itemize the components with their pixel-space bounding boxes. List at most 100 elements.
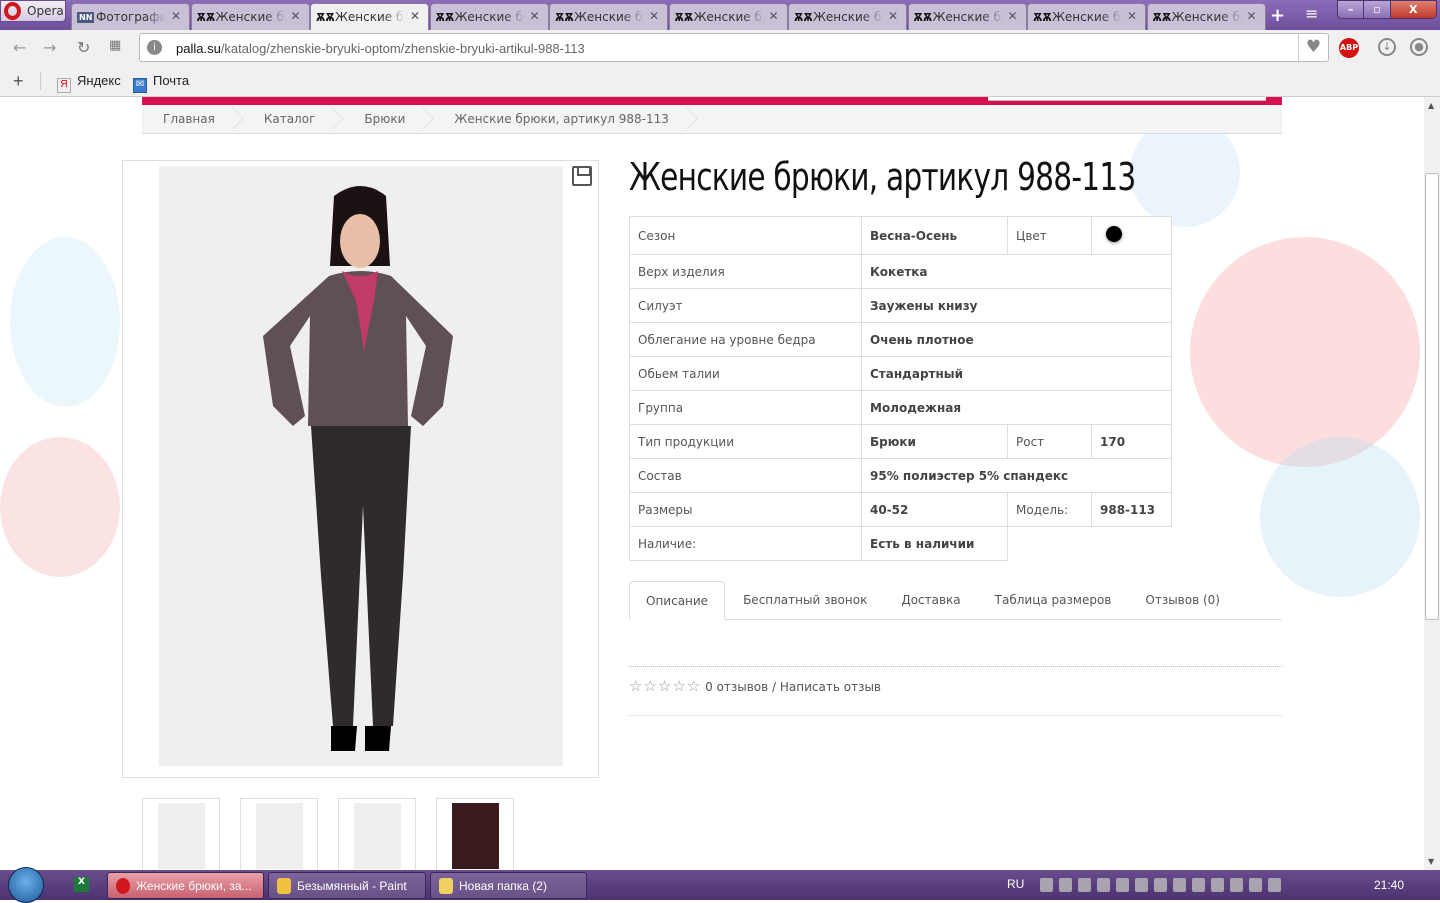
start-button[interactable] xyxy=(8,867,44,903)
taskbar-item-paint[interactable]: Безымянный - Paint xyxy=(268,872,426,899)
new-tab-button[interactable]: + xyxy=(1270,5,1285,26)
close-tab-icon[interactable]: ✕ xyxy=(529,9,539,23)
browser-tab[interactable]: NNФотографии ✕ xyxy=(71,3,190,30)
tray-icon[interactable] xyxy=(1230,878,1243,892)
taskbar-item-folder[interactable]: Новая папка (2) xyxy=(430,872,587,899)
breadcrumb-trousers[interactable]: Брюки xyxy=(343,105,433,134)
close-tab-icon[interactable]: ✕ xyxy=(290,9,300,23)
product-thumbnail[interactable] xyxy=(338,798,416,870)
scroll-down-icon[interactable]: ▼ xyxy=(1428,857,1434,866)
product-image-frame[interactable] xyxy=(122,160,599,778)
browser-tab[interactable]: ѪѪЖенские брюки ✕ xyxy=(310,3,429,30)
network-icon[interactable] xyxy=(1268,878,1281,892)
breadcrumb-current[interactable]: Женские брюки, артикул 988-113 xyxy=(433,105,697,134)
close-tab-icon[interactable]: ✕ xyxy=(649,9,659,23)
reload-icon[interactable]: ↻ xyxy=(77,38,90,57)
site-info-icon[interactable]: i xyxy=(147,40,162,55)
star-empty-icon: ☆ xyxy=(686,677,701,695)
table-row: Силуэт Заужены книзу xyxy=(629,288,1172,323)
tab-menu-icon[interactable]: ≡ xyxy=(1305,4,1318,23)
page-scrollbar[interactable]: ▲ ▼ xyxy=(1424,97,1440,870)
search-input[interactable] xyxy=(988,97,1266,101)
opera-menu-button[interactable]: Opera xyxy=(0,0,66,22)
close-tab-icon[interactable]: ✕ xyxy=(888,9,898,23)
folder-icon xyxy=(439,878,453,894)
clock[interactable]: 21:40 xyxy=(1374,878,1404,892)
tab-description[interactable]: Описание xyxy=(629,581,726,620)
close-tab-icon[interactable]: ✕ xyxy=(1127,9,1137,23)
volume-icon[interactable] xyxy=(1192,878,1205,892)
scroll-up-icon[interactable]: ▲ xyxy=(1428,101,1434,110)
browser-tab[interactable]: ѪѪЖенские брюки ✕ xyxy=(907,3,1027,30)
color-swatch[interactable] xyxy=(1106,226,1122,242)
url-text[interactable]: palla.su/katalog/zhenskie-bryuki-optom/z… xyxy=(176,41,585,56)
bookmark-heart-icon[interactable]: ♥ xyxy=(1298,34,1328,61)
maximize-button[interactable]: ▫ xyxy=(1364,1,1391,18)
tab-label: Женские брюки xyxy=(335,10,405,24)
tray-icon[interactable] xyxy=(1116,878,1129,892)
table-row: Группа Молодежная xyxy=(629,390,1172,425)
tray-icon[interactable] xyxy=(1249,878,1262,892)
breadcrumb-home[interactable]: Главная xyxy=(142,105,243,134)
web-page: Главная Каталог Брюки Женские брюки, арт… xyxy=(0,97,1424,870)
star-empty-icon: ☆ xyxy=(643,677,657,695)
save-image-icon[interactable] xyxy=(572,166,592,186)
tray-icon[interactable] xyxy=(1040,878,1053,892)
rating-row: ☆☆☆☆☆ 0 отзывов / Написать отзыв xyxy=(629,677,881,695)
tab-delivery[interactable]: Доставка xyxy=(885,581,976,620)
browser-tab[interactable]: ѪѪЖенские брюки ✕ xyxy=(1146,3,1266,30)
browser-tab[interactable]: ѪѪЖенские брюки ✕ xyxy=(549,3,668,30)
tray-icon[interactable] xyxy=(1154,878,1167,892)
bookmarks-bar: + Я Яндекс ✉ Почта xyxy=(0,65,1440,97)
forward-icon[interactable]: → xyxy=(43,38,56,57)
product-thumbnail[interactable] xyxy=(142,798,220,870)
product-thumbnail[interactable] xyxy=(240,798,318,870)
utorrent-icon[interactable] xyxy=(1173,878,1186,892)
table-row: Верх изделия Кокетка xyxy=(629,254,1172,289)
browser-tab[interactable]: ѪѪЖенские брюки ✕ xyxy=(429,3,549,30)
adblock-icon[interactable]: ABP xyxy=(1339,38,1359,58)
profile-icon[interactable]: ● xyxy=(1410,38,1428,56)
add-bookmark-icon[interactable]: + xyxy=(13,71,24,92)
close-tab-icon[interactable]: ✕ xyxy=(171,9,181,23)
signal-icon[interactable] xyxy=(1135,878,1148,892)
speed-dial-icon[interactable]: ▦ xyxy=(109,38,121,53)
tray-icon[interactable] xyxy=(1078,878,1091,892)
minimize-button[interactable]: – xyxy=(1338,1,1365,18)
browser-tab[interactable]: ѪѪЖенские брюки ✕ xyxy=(1027,3,1146,30)
tray-icon[interactable] xyxy=(1097,878,1110,892)
tray-icon[interactable] xyxy=(1059,878,1072,892)
bookmark-yandex[interactable]: Я Яндекс xyxy=(57,73,121,93)
bookmark-mail[interactable]: ✉ Почта xyxy=(133,73,189,93)
model-figure xyxy=(263,186,453,751)
browser-tab[interactable]: ѪѪЖенские брюки ✕ xyxy=(788,3,907,30)
breadcrumb-catalog[interactable]: Каталог xyxy=(243,105,344,134)
window-controls: – ▫ X xyxy=(1337,0,1437,19)
close-tab-icon[interactable]: ✕ xyxy=(410,9,420,23)
address-bar[interactable]: i palla.su/katalog/zhenskie-bryuki-optom… xyxy=(139,33,1329,62)
star-empty-icon: ☆ xyxy=(629,677,643,695)
tray-icon[interactable] xyxy=(1211,878,1224,892)
back-icon[interactable]: ← xyxy=(13,38,26,57)
tab-label: Женские брюки xyxy=(693,10,764,24)
tab-free-call[interactable]: Бесплатный звонок xyxy=(727,581,883,620)
write-review-link[interactable]: 0 отзывов / Написать отзыв xyxy=(705,680,881,694)
tab-label: Женские брюки xyxy=(813,10,883,24)
tab-size-chart[interactable]: Таблица размеров xyxy=(979,581,1128,620)
language-indicator[interactable]: RU xyxy=(1007,877,1024,891)
download-icon[interactable]: ↓ xyxy=(1378,38,1396,56)
product-photo[interactable] xyxy=(159,166,563,766)
tab-reviews[interactable]: Отзывов (0) xyxy=(1129,581,1236,620)
tab-favicon-icon: ѪѪ xyxy=(435,11,455,24)
close-tab-icon[interactable]: ✕ xyxy=(768,9,778,23)
browser-tab[interactable]: ѪѪЖенские брюки ✕ xyxy=(190,3,310,30)
close-tab-icon[interactable]: ✕ xyxy=(1246,9,1256,23)
close-tab-icon[interactable]: ✕ xyxy=(1007,9,1017,23)
product-thumbnail[interactable] xyxy=(436,798,514,870)
close-window-button[interactable]: X xyxy=(1390,1,1436,18)
excel-icon[interactable]: X xyxy=(74,877,89,892)
scrollbar-thumb[interactable] xyxy=(1425,173,1439,620)
background-flower xyxy=(1190,237,1420,467)
browser-tab[interactable]: ѪѪЖенские брюки ✕ xyxy=(668,3,788,30)
taskbar-item-opera[interactable]: Женские брюки, за... xyxy=(107,872,264,899)
